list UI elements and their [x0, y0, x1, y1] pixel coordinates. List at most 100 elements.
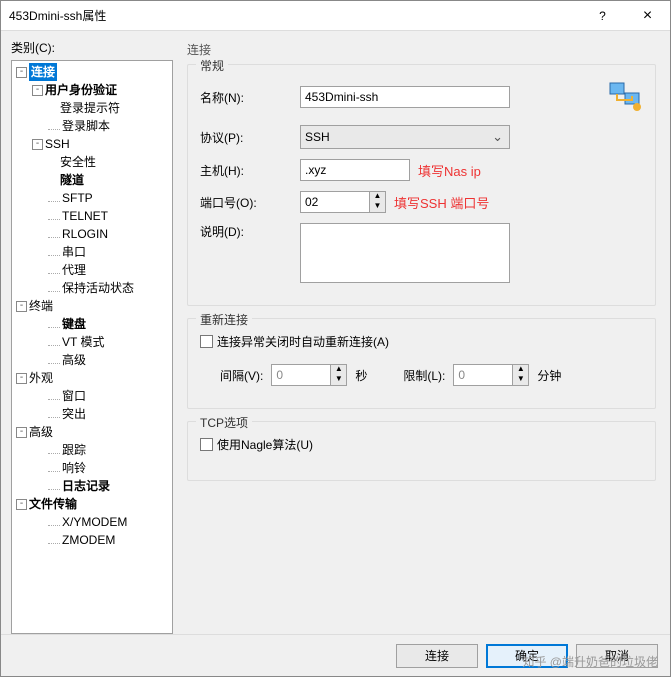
minutes-label: 分钟: [537, 367, 561, 384]
properties-dialog: 453Dmini-ssh属性 ? × 类别(C): -连接-用户身份验证登录提示…: [0, 0, 671, 677]
tree-item-label: ZMODEM: [62, 531, 115, 549]
tree-item[interactable]: 跟踪: [12, 441, 172, 459]
close-button[interactable]: ×: [625, 1, 670, 31]
tree-twisty-icon[interactable]: -: [32, 139, 43, 150]
tree-item[interactable]: -终端: [12, 297, 172, 315]
general-group: 常规 名称(N): 协议(P): SSH 主机(H): 填写Nas ip: [187, 64, 656, 306]
auto-reconnect-label: 连接异常关闭时自动重新连接(A): [217, 333, 389, 350]
tree-item[interactable]: SFTP: [12, 189, 172, 207]
desc-label: 说明(D):: [200, 223, 300, 240]
tree-connector: [48, 410, 60, 418]
tree-item-label: 用户身份验证: [45, 81, 117, 99]
tcp-legend: TCP选项: [196, 414, 252, 431]
tree-item[interactable]: X/YMODEM: [12, 513, 172, 531]
tree-connector: [48, 536, 60, 544]
tree-item[interactable]: 串口: [12, 243, 172, 261]
tree-item[interactable]: 窗口: [12, 387, 172, 405]
port-stepper[interactable]: ▲▼: [300, 191, 386, 213]
tree-item[interactable]: 键盘: [12, 315, 172, 333]
port-annotation: 填写SSH 端口号: [394, 193, 489, 212]
reconnect-legend: 重新连接: [196, 311, 252, 328]
tree-twisty-icon[interactable]: -: [32, 85, 43, 96]
tree-item[interactable]: 响铃: [12, 459, 172, 477]
tree-item[interactable]: -外观: [12, 369, 172, 387]
interval-stepper[interactable]: ▲▼: [271, 364, 347, 386]
help-button[interactable]: ?: [580, 1, 625, 31]
tree-item[interactable]: 代理: [12, 261, 172, 279]
tree-item-label: 外观: [29, 369, 53, 387]
limit-stepper[interactable]: ▲▼: [453, 364, 529, 386]
host-annotation: 填写Nas ip: [418, 161, 481, 180]
protocol-select[interactable]: SSH: [300, 125, 510, 149]
ok-button[interactable]: 确定: [486, 644, 568, 668]
tree-item[interactable]: VT 模式: [12, 333, 172, 351]
tree-item[interactable]: TELNET: [12, 207, 172, 225]
tree-twisty-icon[interactable]: -: [16, 427, 27, 438]
seconds-label: 秒: [355, 367, 367, 384]
tree-item-label: X/YMODEM: [62, 513, 127, 531]
close-icon: ×: [643, 7, 652, 25]
spin-arrows[interactable]: ▲▼: [370, 191, 386, 213]
tree-item[interactable]: -SSH: [12, 135, 172, 153]
limit-input[interactable]: [453, 364, 513, 386]
description-textarea[interactable]: [300, 223, 510, 283]
tree-item[interactable]: -用户身份验证: [12, 81, 172, 99]
tree-twisty-icon[interactable]: -: [16, 301, 27, 312]
tree-connector: [48, 122, 60, 130]
tree-item[interactable]: ZMODEM: [12, 531, 172, 549]
tree-item[interactable]: -连接: [12, 63, 172, 81]
tree-item[interactable]: 突出: [12, 405, 172, 423]
network-icon: [607, 79, 643, 115]
tree-item[interactable]: 登录提示符: [12, 99, 172, 117]
protocol-label: 协议(P):: [200, 129, 300, 146]
host-label: 主机(H):: [200, 162, 300, 179]
window-title: 453Dmini-ssh属性: [9, 7, 580, 24]
tree-connector: [48, 446, 60, 454]
tree-item[interactable]: 保持活动状态: [12, 279, 172, 297]
tree-twisty-icon[interactable]: -: [16, 499, 27, 510]
host-input[interactable]: [300, 159, 410, 181]
tree-connector: [48, 248, 60, 256]
tree-connector: [48, 266, 60, 274]
tree-item[interactable]: 日志记录: [12, 477, 172, 495]
tree-item[interactable]: 隧道: [12, 171, 172, 189]
tree-twisty-icon[interactable]: -: [16, 67, 27, 78]
tree-connector: [48, 212, 60, 220]
category-tree[interactable]: -连接-用户身份验证登录提示符登录脚本-SSH安全性隧道SFTPTELNETRL…: [11, 60, 173, 634]
limit-label: 限制(L):: [403, 367, 445, 384]
tree-item-label: 高级: [29, 423, 53, 441]
interval-label: 间隔(V):: [220, 367, 263, 384]
tree-item[interactable]: -文件传输: [12, 495, 172, 513]
tree-item-label: 突出: [62, 405, 86, 423]
tree-item-label: 登录脚本: [62, 117, 110, 135]
name-input[interactable]: [300, 86, 510, 108]
nagle-label: 使用Nagle算法(U): [217, 436, 313, 453]
tree-item[interactable]: 高级: [12, 351, 172, 369]
tree-connector: [48, 194, 60, 202]
tree-item-label: 高级: [62, 351, 86, 369]
tree-item-label: 日志记录: [62, 477, 110, 495]
tree-item-label: SFTP: [62, 189, 93, 207]
cancel-button[interactable]: 取消: [576, 644, 658, 668]
tree-item[interactable]: 登录脚本: [12, 117, 172, 135]
tree-connector: [48, 518, 60, 526]
tree-item-label: 保持活动状态: [62, 279, 134, 297]
tree-item[interactable]: 安全性: [12, 153, 172, 171]
interval-input[interactable]: [271, 364, 331, 386]
tcp-group: TCP选项 使用Nagle算法(U): [187, 421, 656, 481]
tree-connector: [48, 482, 60, 490]
port-input[interactable]: [300, 191, 370, 213]
tree-item-label: 隧道: [60, 171, 84, 189]
tree-item[interactable]: RLOGIN: [12, 225, 172, 243]
titlebar: 453Dmini-ssh属性 ? ×: [1, 1, 670, 31]
tree-item-label: 连接: [29, 63, 57, 81]
tree-connector: [48, 230, 60, 238]
panel-title: 连接: [183, 39, 660, 64]
nagle-checkbox[interactable]: [200, 438, 213, 451]
auto-reconnect-checkbox[interactable]: [200, 335, 213, 348]
tree-connector: [48, 320, 60, 328]
reconnect-group: 重新连接 连接异常关闭时自动重新连接(A) 间隔(V): ▲▼ 秒 限制(L):…: [187, 318, 656, 409]
connect-button[interactable]: 连接: [396, 644, 478, 668]
tree-twisty-icon[interactable]: -: [16, 373, 27, 384]
tree-item[interactable]: -高级: [12, 423, 172, 441]
